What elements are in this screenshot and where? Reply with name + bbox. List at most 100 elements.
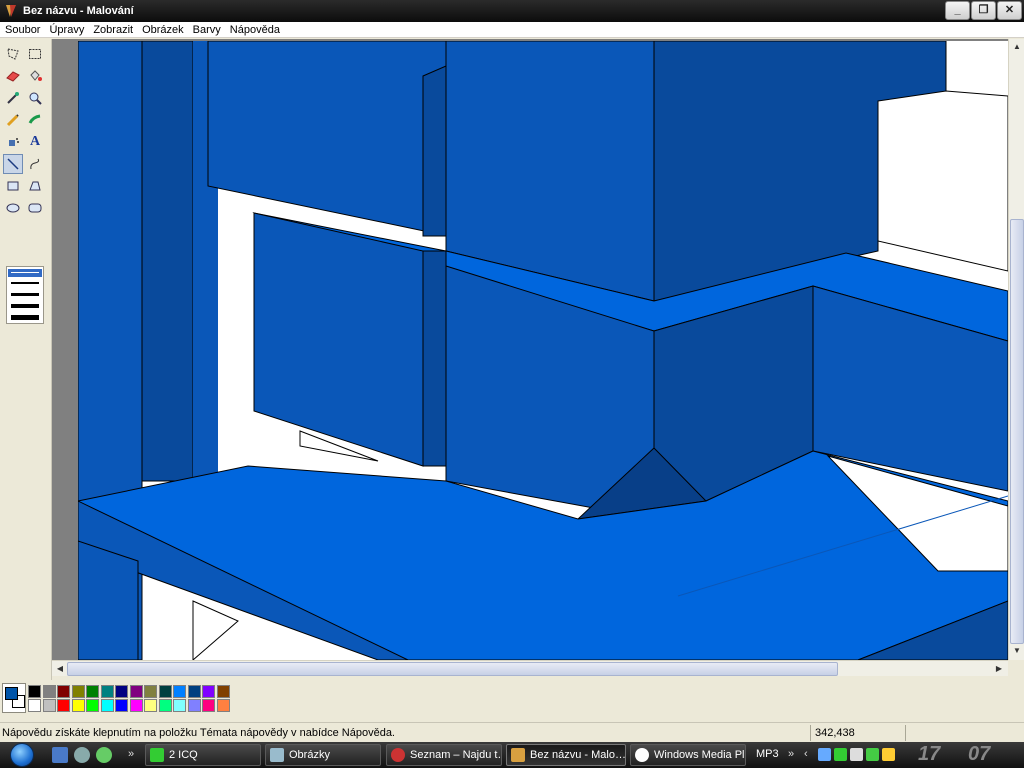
menu-barvy[interactable]: Barvy xyxy=(188,23,225,37)
task-icq[interactable]: 2 ICQ xyxy=(145,744,261,766)
palette-swatch[interactable] xyxy=(173,699,186,712)
tray-back-icon[interactable]: ‹ xyxy=(804,748,808,760)
close-button[interactable]: ✕ xyxy=(997,1,1022,20)
volume-icon[interactable] xyxy=(850,748,863,761)
menu-obrazek[interactable]: Obrázek xyxy=(137,23,188,37)
task-paint[interactable]: Bez názvu - Malo… xyxy=(506,744,626,766)
rect-select-icon[interactable] xyxy=(25,44,45,64)
drawing-artwork xyxy=(78,41,1008,660)
palette-swatch[interactable] xyxy=(86,685,99,698)
tray-app-icon[interactable] xyxy=(866,748,879,761)
task-obrazky[interactable]: Obrázky xyxy=(265,744,381,766)
palette-swatch[interactable] xyxy=(144,699,157,712)
scroll-up-icon[interactable]: ▲ xyxy=(1010,40,1024,54)
palette-swatch[interactable] xyxy=(144,685,157,698)
clock-hours[interactable]: 17 xyxy=(918,743,940,766)
rounded-rect-icon[interactable] xyxy=(25,198,45,218)
vertical-scrollbar[interactable]: ▲ ▼ xyxy=(1008,39,1024,660)
palette-swatch[interactable] xyxy=(158,699,172,712)
maximize-button[interactable]: ❐ xyxy=(971,1,996,20)
line-width-selected[interactable] xyxy=(8,269,42,277)
drawing-canvas[interactable] xyxy=(78,41,1008,660)
line-icon[interactable] xyxy=(3,154,23,174)
scroll-left-icon[interactable]: ◀ xyxy=(53,662,67,676)
line-width-3[interactable] xyxy=(11,293,39,296)
start-button[interactable] xyxy=(2,742,42,768)
palette-swatch[interactable] xyxy=(115,699,128,712)
pencil-icon[interactable] xyxy=(3,110,23,130)
color-picker-icon[interactable] xyxy=(3,88,23,108)
quicklaunch-icon[interactable] xyxy=(74,747,90,763)
palette-swatch[interactable] xyxy=(187,699,201,712)
palette-swatch[interactable] xyxy=(129,685,143,698)
horizontal-scroll-thumb[interactable] xyxy=(67,662,838,676)
fill-bucket-icon[interactable] xyxy=(25,66,45,86)
menu-upravy[interactable]: Úpravy xyxy=(44,23,88,37)
curve-icon[interactable] xyxy=(25,154,45,174)
palette-swatch[interactable] xyxy=(187,685,201,698)
paint-icon xyxy=(511,748,525,762)
line-width-4[interactable] xyxy=(11,304,39,308)
palette-swatch[interactable] xyxy=(42,685,56,698)
ellipse-icon[interactable] xyxy=(3,198,23,218)
airbrush-icon[interactable] xyxy=(3,132,23,152)
icq-tray-icon[interactable] xyxy=(834,748,847,761)
palette-swatch[interactable] xyxy=(100,685,114,698)
brush-icon[interactable] xyxy=(25,110,45,130)
palette-swatch[interactable] xyxy=(86,699,99,712)
quicklaunch-icon-2[interactable] xyxy=(96,747,112,763)
line-width-5[interactable] xyxy=(11,315,39,320)
minimize-button[interactable]: _ xyxy=(945,1,970,20)
vertical-scroll-thumb[interactable] xyxy=(1010,219,1024,644)
folder-icon xyxy=(270,748,284,762)
tray-app-icon-2[interactable] xyxy=(882,748,895,761)
magnifier-icon[interactable] xyxy=(25,88,45,108)
scroll-right-icon[interactable]: ▶ xyxy=(992,662,1006,676)
palette-swatch[interactable] xyxy=(71,699,85,712)
palette-swatch[interactable] xyxy=(57,699,70,712)
paint-app-icon xyxy=(3,3,19,19)
show-desktop-icon[interactable] xyxy=(52,747,68,763)
palette-swatch[interactable] xyxy=(28,685,41,698)
tray-mp3[interactable]: MP3 xyxy=(756,748,779,760)
network-icon[interactable] xyxy=(818,748,831,761)
window-title: Bez názvu - Malování xyxy=(23,5,134,17)
palette-swatch[interactable] xyxy=(71,685,85,698)
foreground-color[interactable] xyxy=(5,687,18,700)
menu-napoveda[interactable]: Nápověda xyxy=(225,23,284,37)
palette-swatch[interactable] xyxy=(216,699,230,712)
palette-swatch[interactable] xyxy=(57,685,70,698)
icq-icon xyxy=(150,748,164,762)
palette-swatch[interactable] xyxy=(202,699,215,712)
palette-swatch[interactable] xyxy=(158,685,172,698)
eraser-icon[interactable] xyxy=(3,66,23,86)
scroll-down-icon[interactable]: ▼ xyxy=(1010,644,1024,658)
palette-swatch[interactable] xyxy=(202,685,215,698)
desktop: Bez názvu - Malování _ ❐ ✕ Soubor Úpravy… xyxy=(0,0,1024,768)
palette-swatch[interactable] xyxy=(100,699,114,712)
rectangle-icon[interactable] xyxy=(3,176,23,196)
palette-swatch[interactable] xyxy=(216,685,230,698)
taskbar: » 2 ICQ Obrázky Seznam – Najdu t… Bez ná… xyxy=(0,742,1024,768)
palette-swatch[interactable] xyxy=(173,685,186,698)
menu-zobrazit[interactable]: Zobrazit xyxy=(88,23,137,37)
clock-minutes[interactable]: 07 xyxy=(968,743,990,766)
palette-swatch[interactable] xyxy=(115,685,128,698)
task-wmp[interactable]: Windows Media Pl… xyxy=(630,744,746,766)
status-divider xyxy=(810,725,811,741)
text-icon[interactable]: A xyxy=(25,132,45,152)
task-seznam[interactable]: Seznam – Najdu t… xyxy=(386,744,502,766)
task-label: Obrázky xyxy=(289,749,330,761)
palette-swatch[interactable] xyxy=(42,699,56,712)
line-width-2[interactable] xyxy=(11,282,39,284)
palette-swatch[interactable] xyxy=(28,699,41,712)
horizontal-scrollbar[interactable]: ◀ ▶ xyxy=(52,660,1008,676)
line-width-1[interactable] xyxy=(11,272,39,273)
polygon-icon[interactable] xyxy=(25,176,45,196)
canvas-area xyxy=(52,39,1008,660)
free-select-icon[interactable] xyxy=(3,44,23,64)
palette-swatch[interactable] xyxy=(129,699,143,712)
menu-soubor[interactable]: Soubor xyxy=(0,23,44,37)
tray-chevron[interactable]: » xyxy=(788,748,794,760)
quicklaunch-chevron[interactable]: » xyxy=(128,748,134,760)
